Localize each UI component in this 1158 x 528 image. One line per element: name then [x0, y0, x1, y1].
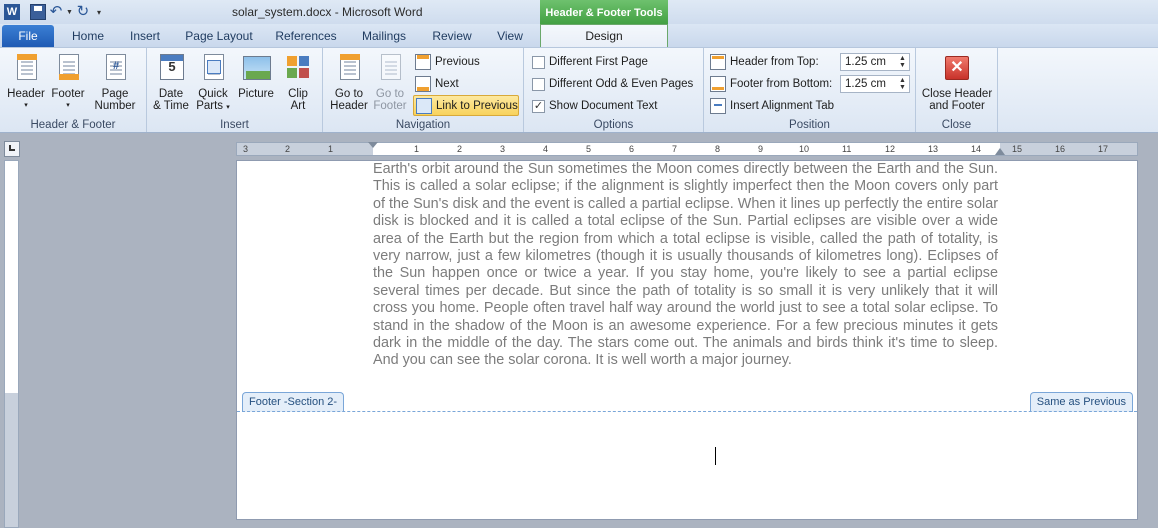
undo-dropdown-icon[interactable]: ▼ [66, 9, 73, 16]
link-to-previous-button[interactable]: Link to Previous [413, 95, 519, 116]
footer-section-label: Footer -Section 2- [242, 392, 345, 412]
document-page[interactable]: Earth's orbit around the Sun sometimes t… [236, 160, 1138, 520]
customize-qat-icon[interactable]: ▾ [97, 8, 101, 17]
alignment-tab-icon [710, 98, 726, 114]
group-label-options: Options [593, 119, 634, 131]
window-title: solar_system.docx - Microsoft Word [232, 5, 423, 19]
next-button[interactable]: Next [415, 74, 459, 94]
close-icon: ✕ [942, 52, 972, 84]
different-odd-even-checkbox[interactable]: Different Odd & Even Pages [532, 74, 693, 94]
footer-icon [53, 52, 83, 84]
ribbon: Header ▾ Footer ▾ # Page Number Header & F… [0, 47, 1158, 133]
group-navigation: Go to Header Go to Footer Previous Next … [323, 48, 524, 132]
footer-boundary-line [237, 411, 1137, 412]
picture-icon [241, 52, 271, 84]
ribbon-tabs: File Home Insert Page Layout References … [0, 24, 1158, 48]
header-position-icon [710, 54, 726, 70]
tab-page-layout[interactable]: Page Layout [180, 26, 258, 47]
header-from-top-label: Header from Top: [710, 52, 819, 72]
spin-arrows-icon[interactable]: ▲ ▼ [899, 77, 907, 91]
previous-section-icon [415, 54, 431, 70]
vertical-ruler[interactable] [4, 160, 19, 528]
tab-references[interactable]: References [270, 26, 342, 47]
footer-from-bottom-input[interactable]: 1.25 cm ▲ ▼ [840, 75, 910, 93]
tab-view[interactable]: View [490, 26, 530, 47]
header-icon [11, 52, 41, 84]
header-from-top-input[interactable]: 1.25 cm ▲ ▼ [840, 53, 910, 71]
save-icon[interactable] [30, 4, 46, 20]
go-to-header-icon [334, 52, 364, 84]
group-label-close: Close [941, 119, 972, 131]
group-header-footer: Header ▾ Footer ▾ # Page Number Header & F… [0, 48, 147, 132]
word-app-icon[interactable]: W [4, 4, 20, 20]
close-header-footer-button[interactable]: ✕ Close Header and Footer [920, 52, 994, 112]
quick-parts-button[interactable]: Quick Parts ▾ [191, 52, 235, 114]
tab-review[interactable]: Review [426, 26, 478, 47]
tab-design[interactable]: Design [540, 24, 668, 48]
right-indent-marker-icon[interactable] [995, 148, 1005, 155]
group-close: ✕ Close Header and Footer Close [916, 48, 998, 132]
page-number-button[interactable]: # Page Number [88, 52, 142, 112]
group-label-header-footer: Header & Footer [30, 119, 116, 131]
header-footer-tools-label: Header & Footer Tools [540, 0, 668, 26]
clip-art-icon [283, 52, 313, 84]
go-to-footer-button[interactable]: Go to Footer [369, 52, 411, 112]
checkbox-icon [532, 55, 545, 69]
go-to-header-button[interactable]: Go to Header [327, 52, 371, 112]
link-icon [416, 97, 432, 114]
picture-button[interactable]: Picture [235, 52, 277, 100]
group-label-position: Position [789, 119, 830, 131]
quick-parts-icon [198, 52, 228, 84]
group-options: Different First Page Different Odd & Eve… [524, 48, 704, 132]
checkmark-icon: ✓ [532, 99, 545, 113]
insert-alignment-tab-button[interactable]: Insert Alignment Tab [710, 96, 834, 116]
calendar-icon: 5 [156, 52, 186, 84]
group-label-navigation: Navigation [395, 119, 451, 131]
left-indent-marker-icon[interactable] [368, 142, 378, 148]
different-first-page-checkbox[interactable]: Different First Page [532, 52, 648, 72]
show-document-text-checkbox[interactable]: ✓ Show Document Text [532, 96, 657, 116]
checkbox-icon [532, 77, 545, 91]
go-to-footer-icon [375, 52, 405, 84]
text-cursor [715, 447, 716, 465]
body-text[interactable]: Earth's orbit around the Sun sometimes t… [373, 161, 998, 370]
undo-icon[interactable]: ↶ [48, 4, 64, 20]
group-position: Header from Top: 1.25 cm ▲ ▼ Footer from … [704, 48, 916, 132]
clip-art-button[interactable]: Clip Art [277, 52, 319, 112]
redo-icon[interactable]: ↻ [75, 4, 91, 20]
tab-selector-button[interactable] [4, 141, 20, 157]
horizontal-ruler[interactable]: 3 2 1 1 2 3 4 5 6 7 8 9 10 11 12 13 14 1… [236, 142, 1138, 156]
date-time-button[interactable]: 5 Date & Time [151, 52, 191, 112]
tab-insert[interactable]: Insert [122, 26, 168, 47]
footer-from-bottom-label: Footer from Bottom: [710, 74, 832, 94]
tab-home[interactable]: Home [66, 26, 110, 47]
quick-access-toolbar: W ↶ ▼ ↻ ▾ [4, 3, 101, 21]
same-as-previous-label: Same as Previous [1029, 392, 1133, 412]
tab-mailings[interactable]: Mailings [354, 26, 414, 47]
previous-button[interactable]: Previous [415, 52, 480, 72]
group-label-insert: Insert [220, 119, 249, 131]
next-section-icon [415, 76, 431, 92]
header-button[interactable]: Header ▾ [4, 52, 48, 112]
footer-position-icon [710, 76, 726, 92]
group-insert: 5 Date & Time Quick Parts ▾ Picture Clip… [147, 48, 323, 132]
page-number-icon: # [100, 52, 130, 84]
footer-button[interactable]: Footer ▾ [46, 52, 90, 112]
spin-arrows-icon[interactable]: ▲ ▼ [899, 55, 907, 69]
tab-file[interactable]: File [2, 25, 54, 47]
